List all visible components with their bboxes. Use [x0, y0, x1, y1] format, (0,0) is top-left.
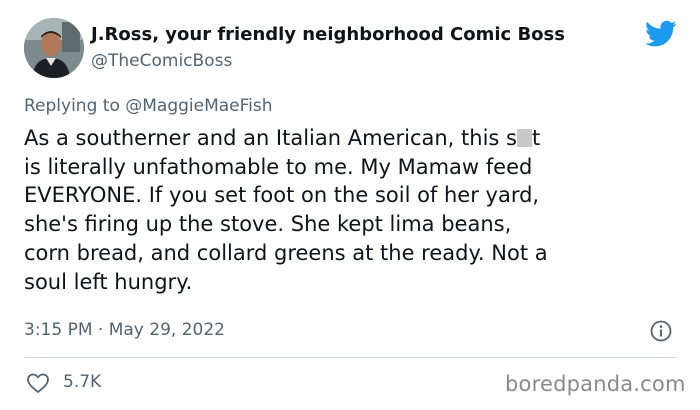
heart-icon[interactable]	[26, 372, 50, 394]
tweet-card: J.Ross, your friendly neighborhood Comic…	[0, 0, 700, 410]
tweet-timestamp[interactable]: 3:15 PM · May 29, 2022	[24, 320, 225, 340]
tweet-text-part-1: As a southerner and an Italian American,…	[24, 126, 517, 150]
watermark: boredpanda.com	[505, 372, 686, 396]
reply-context: Replying to @MaggieMaeFish	[24, 96, 273, 116]
tweet-text: As a southerner and an Italian American,…	[24, 124, 684, 296]
info-icon[interactable]	[650, 320, 672, 342]
author-display-name[interactable]: J.Ross, your friendly neighborhood Comic…	[91, 24, 565, 45]
divider	[24, 357, 676, 358]
author-handle[interactable]: @TheComicBoss	[91, 51, 232, 71]
tweet-text-part-2: t is literally unfathomable to me. My Ma…	[24, 126, 548, 294]
twitter-bird-icon[interactable]	[645, 20, 677, 48]
avatar[interactable]	[24, 18, 84, 78]
profile-photo-icon	[24, 18, 84, 78]
like-count[interactable]: 5.7K	[63, 372, 101, 392]
reply-mention-link[interactable]: @MaggieMaeFish	[125, 96, 272, 116]
censor-block	[516, 129, 532, 147]
reply-prefix: Replying to	[24, 96, 126, 116]
